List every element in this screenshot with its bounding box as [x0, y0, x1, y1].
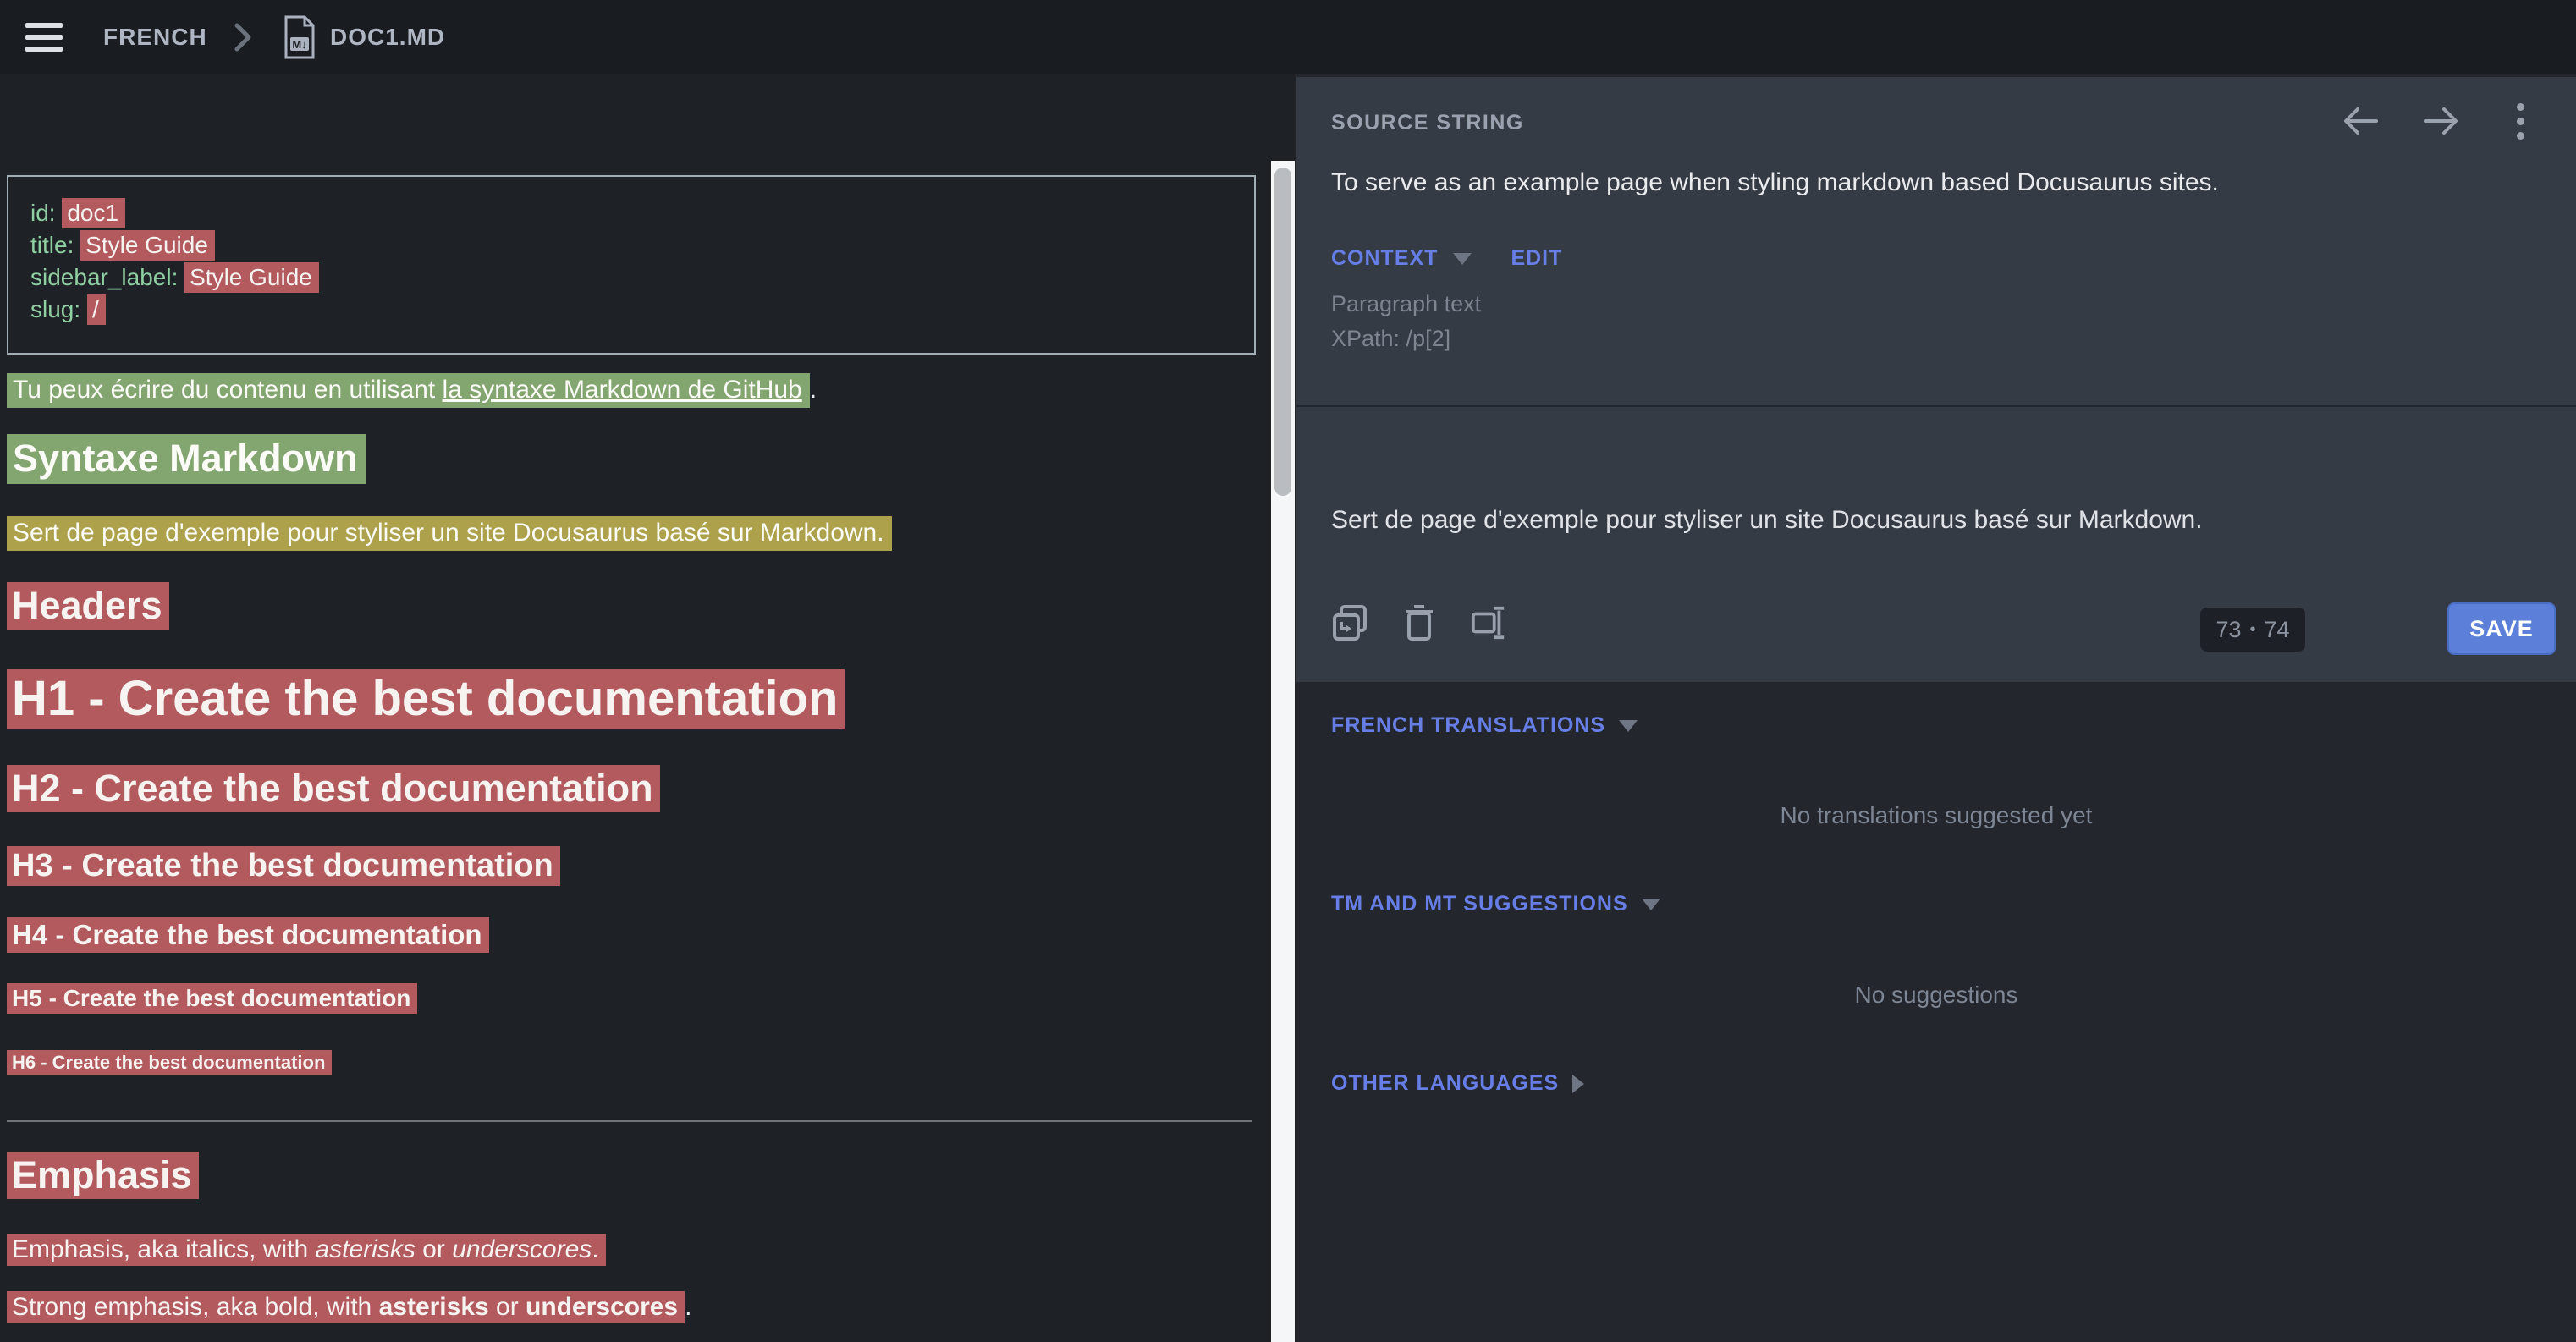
context-edit-button[interactable]: EDIT	[1511, 246, 1562, 271]
heading-headers: Headers	[7, 584, 169, 628]
string-highlight[interactable]: H3 - Create the best documentation	[7, 846, 560, 886]
save-button[interactable]: SAVE	[2447, 602, 2556, 655]
string-highlight[interactable]: /	[87, 294, 106, 325]
source-string-title: SOURCE STRING	[1331, 111, 1524, 135]
inline-link[interactable]: la syntaxe Markdown de GitHub	[443, 376, 802, 404]
triangle-down-icon	[1619, 720, 1638, 732]
markdown-file-icon: M↓	[283, 15, 316, 59]
triangle-down-icon	[1642, 899, 1660, 910]
delete-translation-icon[interactable]	[1401, 603, 1438, 642]
string-highlight[interactable]: H6 - Create the best documentation	[7, 1050, 332, 1075]
frontmatter-line: title: Style Guide	[30, 229, 1254, 261]
string-highlight-selected[interactable]: Sert de page d'exemple pour styliser un …	[7, 516, 892, 551]
heading-h5-sample: H5 - Create the best documentation	[7, 985, 417, 1012]
breadcrumb-project[interactable]: FRENCH	[103, 0, 207, 74]
string-highlight[interactable]: Strong emphasis, aka bold, with asterisk…	[7, 1291, 685, 1323]
frontmatter-line: id: doc1	[30, 197, 1254, 229]
string-highlight[interactable]: H2 - Create the best documentation	[7, 765, 660, 812]
app-window: FRENCH M↓ DOC1.MD	[0, 0, 2576, 1342]
paragraph-emphasis-italic: Emphasis, aka italics, with asterisks or…	[7, 1235, 606, 1264]
frontmatter-block: id: doc1 title: Style Guide sidebar_labe…	[7, 175, 1256, 355]
paragraph-intro: Tu peux écrire du contenu en utilisant l…	[7, 376, 817, 404]
source-string-section: SOURCE STRING To serve as an example pag…	[1296, 77, 2576, 405]
heading-h3-sample: H3 - Create the best documentation	[7, 848, 560, 884]
character-counter: 73•74	[2200, 608, 2305, 652]
string-highlight-translated[interactable]: Tu peux écrire du contenu en utilisant l…	[7, 373, 810, 408]
previous-string-button[interactable]	[2339, 99, 2383, 143]
heading-h6-sample: H6 - Create the best documentation	[7, 1052, 332, 1074]
tm-mt-suggestions-header[interactable]: TM AND MT SUGGESTIONS	[1331, 892, 1660, 916]
text-select-icon[interactable]	[1470, 603, 1507, 642]
string-highlight[interactable]: H4 - Create the best documentation	[7, 917, 489, 953]
other-languages-header[interactable]: OTHER LANGUAGES	[1331, 1071, 1584, 1096]
translations-empty-state: No translations suggested yet	[1296, 802, 2576, 829]
context-toggle[interactable]: CONTEXT	[1331, 246, 1438, 271]
string-highlight[interactable]: Headers	[7, 582, 169, 630]
tm-empty-state: No suggestions	[1296, 982, 2576, 1009]
scrollbar-thumb[interactable]	[1274, 168, 1291, 496]
heading-emphasis: Emphasis	[7, 1153, 199, 1197]
string-highlight[interactable]: doc1	[62, 198, 125, 228]
translation-editor-section: Sert de page d'exemple pour styliser un …	[1296, 407, 2576, 682]
breadcrumb-file[interactable]: DOC1.MD	[330, 0, 445, 74]
horizontal-rule	[7, 1120, 1252, 1122]
source-string-text: To serve as an example page when styling…	[1331, 168, 2219, 197]
triangle-down-icon	[1453, 253, 1472, 265]
svg-text:M↓: M↓	[292, 38, 306, 51]
string-highlight[interactable]: Emphasis, aka italics, with asterisks or…	[7, 1234, 606, 1266]
context-type: Paragraph text	[1331, 291, 1481, 317]
chevron-right-icon	[234, 20, 252, 54]
translation-panel: SOURCE STRING To serve as an example pag…	[1296, 74, 2576, 1342]
french-translations-header[interactable]: FRENCH TRANSLATIONS	[1331, 713, 1638, 738]
left-panel-scrollbar[interactable]	[1271, 161, 1295, 1342]
heading-h4-sample: H4 - Create the best documentation	[7, 919, 489, 951]
frontmatter-line: sidebar_label: Style Guide	[30, 261, 1254, 294]
string-highlight[interactable]: Style Guide	[80, 230, 215, 261]
context-xpath: XPath: /p[2]	[1331, 326, 1450, 352]
hamburger-menu-icon[interactable]	[25, 19, 64, 56]
heading-h1-sample: H1 - Create the best documentation	[7, 670, 845, 727]
string-highlight[interactable]: Emphasis	[7, 1152, 199, 1199]
translation-input[interactable]: Sert de page d'exemple pour styliser un …	[1331, 506, 2203, 535]
paragraph-selected: Sert de page d'exemple pour styliser un …	[7, 519, 892, 547]
top-bar: FRENCH M↓ DOC1.MD	[0, 0, 2576, 74]
next-string-button[interactable]	[2419, 99, 2463, 143]
string-highlight-translated[interactable]: Syntaxe Markdown	[7, 434, 366, 484]
string-highlight[interactable]: H5 - Create the best documentation	[7, 983, 417, 1014]
string-highlight[interactable]: Style Guide	[184, 262, 319, 293]
document-preview: id: doc1 title: Style Guide sidebar_labe…	[0, 74, 1271, 1342]
frontmatter-line: slug: /	[30, 294, 1254, 326]
paragraph-emphasis-bold: Strong emphasis, aka bold, with asterisk…	[7, 1293, 691, 1322]
triangle-right-icon	[1572, 1075, 1584, 1093]
string-highlight[interactable]: H1 - Create the best documentation	[7, 669, 845, 729]
heading-syntaxe-markdown: Syntaxe Markdown	[7, 437, 366, 481]
heading-h2-sample: H2 - Create the best documentation	[7, 767, 660, 811]
kebab-menu-icon[interactable]	[2498, 99, 2542, 143]
copy-source-icon[interactable]	[1331, 603, 1368, 642]
